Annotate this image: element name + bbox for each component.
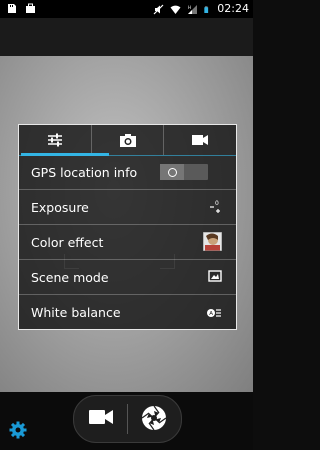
gear-icon[interactable]	[9, 421, 27, 443]
divider	[127, 404, 128, 434]
video-mode-button[interactable]	[88, 407, 114, 431]
setting-label: GPS location info	[31, 164, 138, 180]
setting-label: White balance	[31, 304, 121, 320]
clock: 02:24	[217, 2, 249, 15]
toggle-thumb	[160, 164, 184, 180]
settings-tabs	[19, 125, 236, 156]
camera-settings-panel: GPS location info Exposure 0 Color effec…	[18, 124, 237, 330]
setting-scene-mode[interactable]: Scene mode	[19, 260, 236, 295]
svg-text:0: 0	[215, 200, 219, 207]
tab-video[interactable]	[163, 125, 236, 155]
setting-label: Scene mode	[31, 269, 109, 285]
svg-text:H: H	[188, 5, 191, 10]
gps-toggle[interactable]	[160, 164, 208, 180]
color-effect-thumbnail	[203, 232, 222, 251]
tab-settings[interactable]	[19, 125, 91, 155]
camera-icon	[119, 133, 136, 147]
svg-text:A: A	[209, 311, 213, 317]
setting-label: Exposure	[31, 199, 89, 215]
mute-icon	[153, 4, 164, 14]
scene-icon	[208, 269, 222, 283]
status-bar: H 02:24	[0, 0, 253, 18]
setting-color-effect[interactable]: Color effect	[19, 225, 236, 260]
tab-camera[interactable]	[90, 125, 164, 155]
shutter-icon	[141, 405, 167, 431]
setting-white-balance[interactable]: White balance A	[19, 295, 236, 329]
setting-exposure[interactable]: Exposure 0	[19, 190, 236, 225]
battery-icon	[204, 6, 209, 13]
video-camera-icon	[192, 135, 209, 145]
setting-label: Color effect	[31, 234, 104, 250]
sd-card-icon	[8, 4, 16, 13]
white-balance-auto-icon: A	[206, 307, 222, 319]
toggle-off-icon	[167, 167, 177, 177]
shutter-button[interactable]	[140, 404, 168, 436]
wifi-icon	[170, 5, 181, 14]
settings-sliders-icon	[47, 133, 62, 147]
camera-mode-switch	[73, 395, 182, 443]
top-bar	[0, 18, 253, 56]
setting-gps-location-info[interactable]: GPS location info	[19, 155, 236, 190]
signal-icon: H	[188, 4, 198, 14]
video-camera-icon	[89, 410, 113, 424]
exposure-icon: 0	[208, 199, 222, 213]
briefcase-icon	[26, 3, 35, 13]
